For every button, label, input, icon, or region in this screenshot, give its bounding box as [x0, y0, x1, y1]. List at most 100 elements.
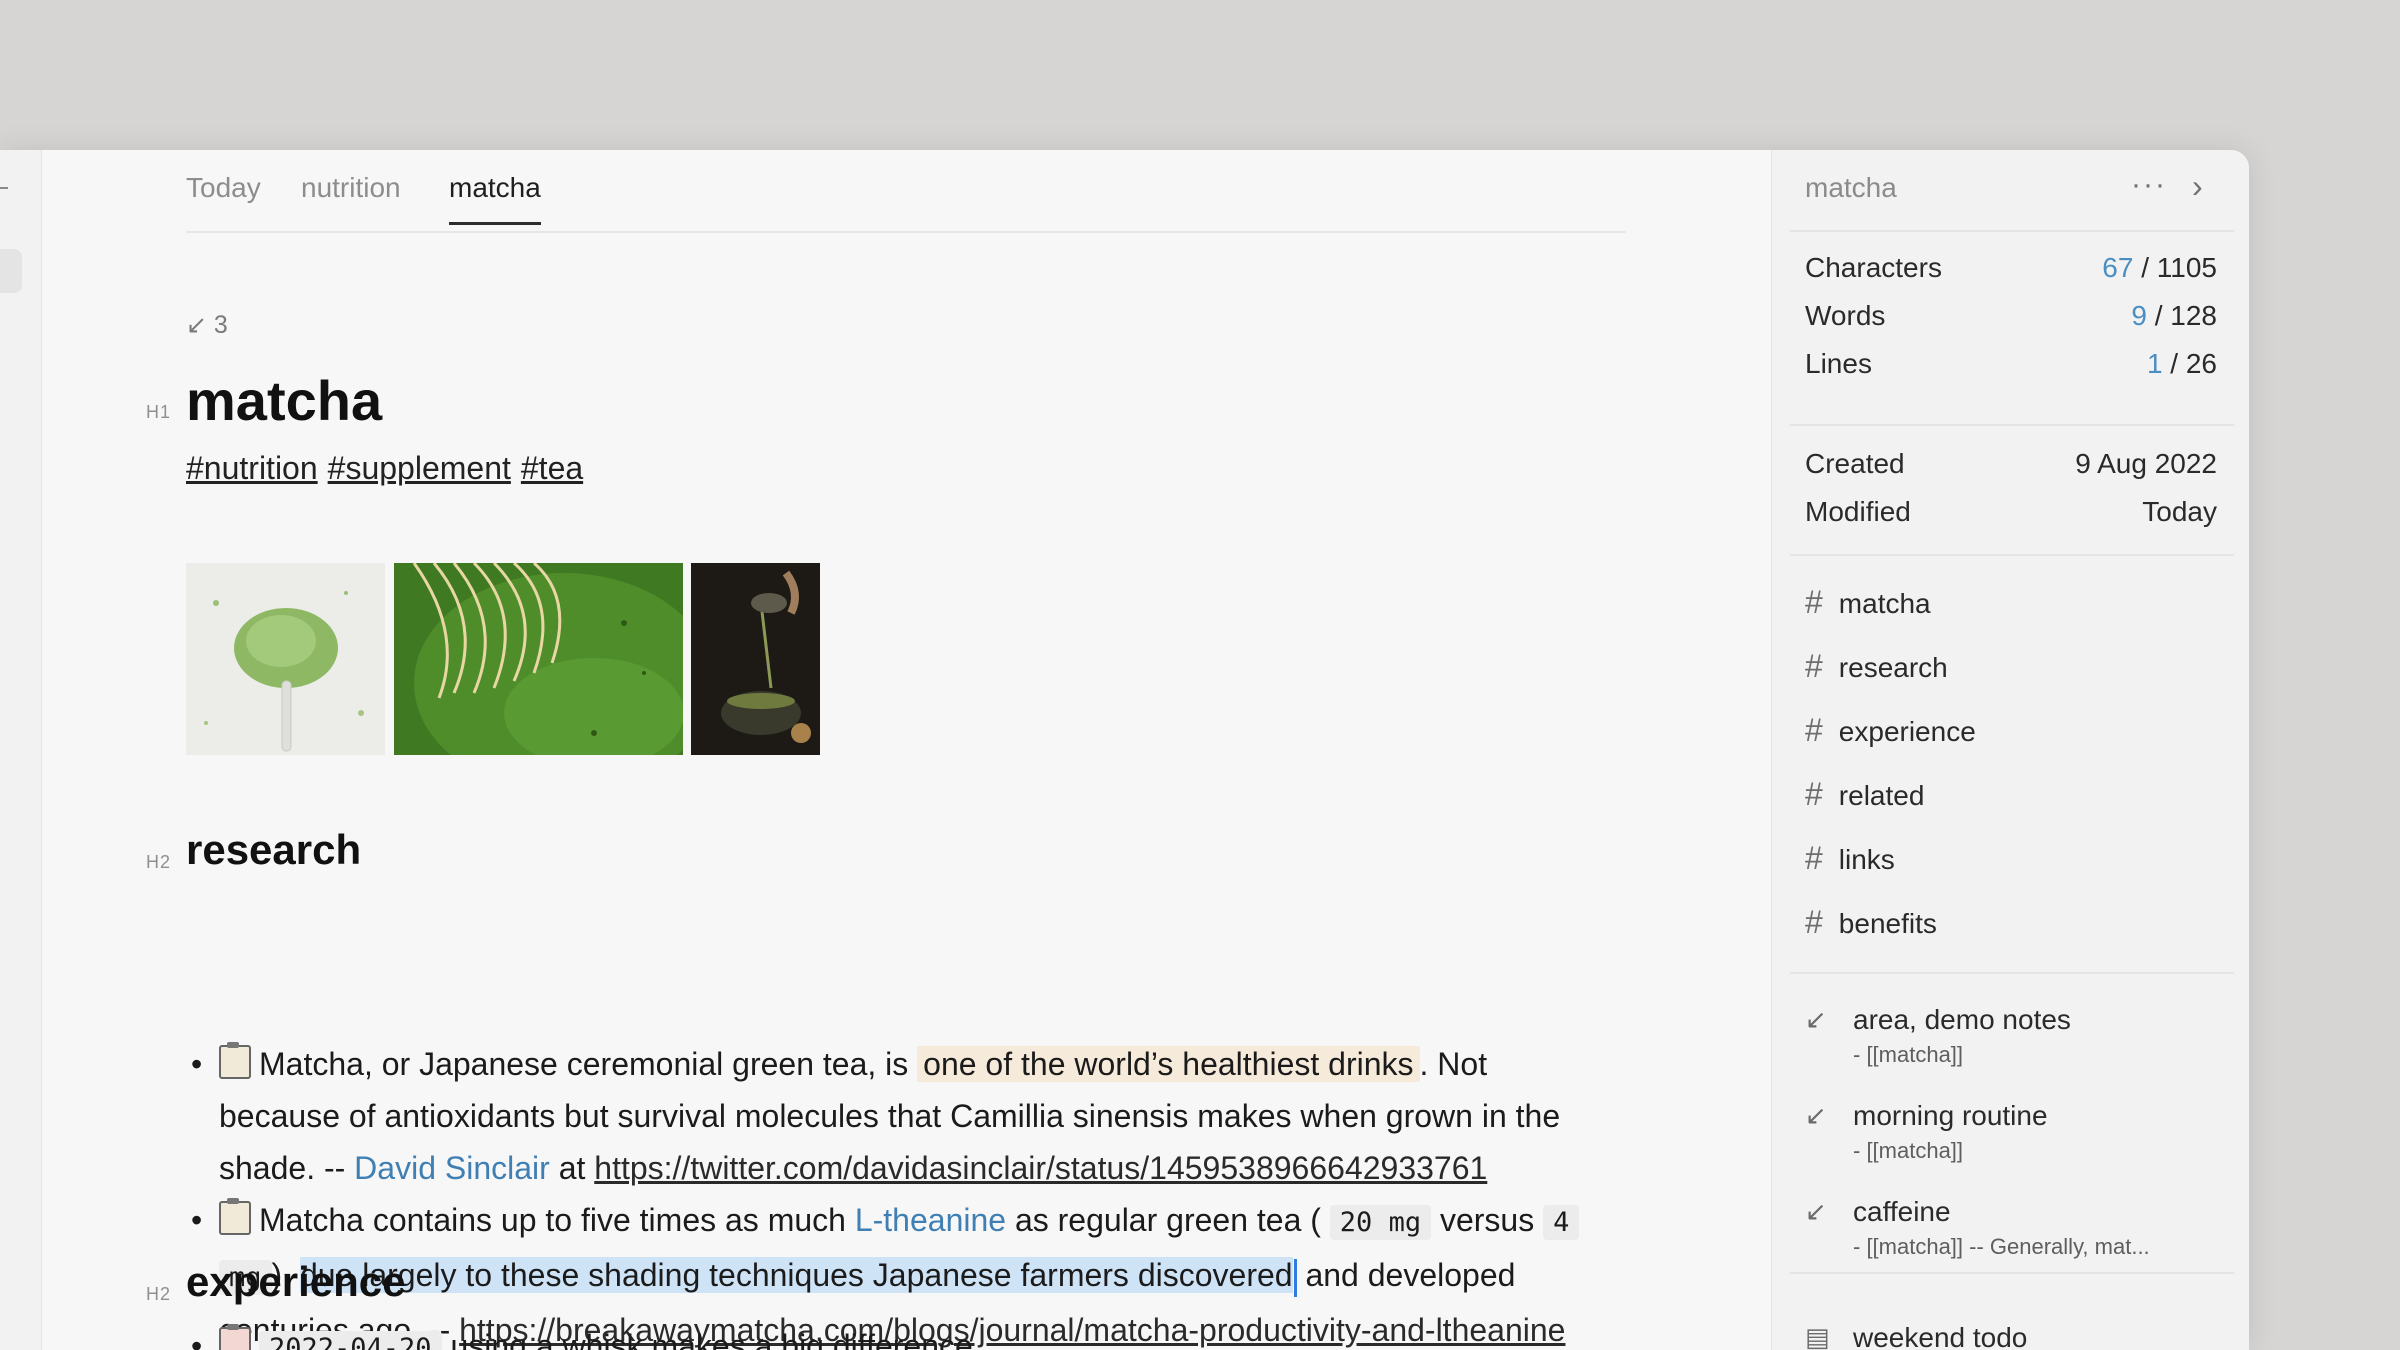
date-code: 2022-04-20 — [259, 1331, 442, 1350]
tab-today[interactable]: Today — [186, 172, 261, 222]
stat-selected: 67 — [2102, 252, 2134, 283]
stat-label: Characters — [1805, 252, 1942, 283]
outline-item-matcha[interactable]: # matcha — [1805, 584, 1931, 621]
text: versus — [1431, 1202, 1544, 1238]
active-item-indicator[interactable] — [0, 249, 22, 293]
clipboard-icon — [219, 1198, 251, 1235]
backlink-count[interactable]: ↙ 3 — [186, 310, 228, 340]
hash-icon: # — [1805, 712, 1823, 748]
backlink-title: area, demo notes — [1853, 1004, 2071, 1035]
text: . Not — [1419, 1046, 1488, 1082]
stat-value: 1 / 26 — [2147, 348, 2217, 380]
collapse-indicator[interactable] — [0, 187, 8, 189]
outline-item-benefits[interactable]: # benefits — [1805, 904, 1937, 941]
divider — [1790, 424, 2234, 426]
backlink-arrow-icon: ↙ — [1805, 1100, 1827, 1130]
page-title[interactable]: matcha — [186, 368, 382, 433]
stat-selected: 9 — [2131, 300, 2147, 331]
selected-text: due largely to these shading techniques … — [299, 1257, 1293, 1293]
backlink-context: - [[matcha]] — [1853, 1138, 1964, 1163]
heading-experience[interactable]: experience — [186, 1258, 405, 1306]
tab-bar: Today nutrition matcha — [186, 150, 1626, 233]
outline-item-research[interactable]: # research — [1805, 648, 1948, 685]
sidebar-title: matcha — [1805, 172, 1897, 203]
inline-code: 20 mg — [1329, 1205, 1432, 1240]
text: Matcha, or Japanese ceremonial green tea… — [259, 1046, 918, 1082]
outline-item-related[interactable]: # related — [1805, 776, 1924, 813]
meta-label: Modified — [1805, 496, 1911, 527]
heading-level-label: H2 — [146, 852, 172, 872]
meta-value: Today — [2142, 496, 2217, 527]
chevron-right-icon[interactable]: › — [2192, 168, 2203, 205]
tag-nutrition[interactable]: #nutrition — [186, 450, 318, 486]
meta-modified: Modified Today — [1805, 496, 2217, 528]
hash-icon: # — [1805, 584, 1823, 620]
backlink-arrow-icon: ↙ — [1805, 1004, 1827, 1034]
more-options-icon[interactable]: ··· — [2131, 168, 2167, 202]
outline-label: experience — [1838, 716, 1976, 747]
divider — [1790, 230, 2234, 232]
note-icon: ▤ — [1805, 1322, 1830, 1350]
outline-label: research — [1838, 652, 1948, 683]
meta-value: 9 Aug 2022 — [2075, 448, 2217, 479]
matcha-powder-spoon-image[interactable] — [186, 563, 385, 755]
backlink-title: morning routine — [1853, 1100, 2048, 1131]
person-link[interactable]: David Sinclair — [354, 1150, 550, 1186]
text: shade. -- — [219, 1150, 355, 1186]
bullet: • — [191, 1328, 203, 1350]
stat-characters: Characters 67 / 1105 — [1805, 252, 2217, 284]
app-window: Today nutrition matcha ↙ 3 H1 matcha #nu… — [0, 150, 2249, 1350]
text: and developed — [1296, 1257, 1516, 1293]
text: as regular green tea ( — [1006, 1202, 1321, 1238]
outline-label: links — [1838, 844, 1895, 875]
divider — [1790, 1272, 2234, 1274]
matcha-whisk-image[interactable] — [394, 563, 683, 755]
clipboard-icon — [219, 1042, 251, 1079]
meta-label: Created — [1805, 448, 1905, 479]
stat-total: / 128 — [2146, 300, 2217, 331]
bullet: • — [191, 1046, 203, 1082]
editor-pane: Today nutrition matcha ↙ 3 H1 matcha #nu… — [42, 150, 1770, 1350]
hash-icon: # — [1805, 648, 1823, 684]
tab-nutrition[interactable]: nutrition — [301, 172, 401, 222]
tab-matcha[interactable]: matcha — [449, 172, 541, 225]
calendar-icon — [219, 1324, 251, 1350]
stat-label: Lines — [1805, 348, 1872, 379]
bullet: • — [191, 1202, 203, 1238]
stat-value: 67 / 1105 — [2102, 252, 2217, 284]
outline-item-links[interactable]: # links — [1805, 840, 1895, 877]
meta-created: Created 9 Aug 2022 — [1805, 448, 2217, 480]
stat-label: Words — [1805, 300, 1886, 331]
stat-words: Words 9 / 128 — [1805, 300, 2217, 332]
text: at — [549, 1150, 595, 1186]
stat-total: / 1105 — [2133, 252, 2217, 283]
text: because of antioxidants but survival mol… — [219, 1098, 1561, 1134]
backlink-context: - [[matcha]] — [1853, 1042, 1964, 1067]
tag-list: #nutrition #supplement #tea — [186, 450, 593, 487]
twitter-url-link[interactable]: https://twitter.com/davidasinclair/statu… — [594, 1150, 1487, 1186]
matcha-pouring-image[interactable] — [691, 563, 820, 755]
list-item-experience-1[interactable]: • 2022-04-20 using a whisk makes a big d… — [191, 1320, 1659, 1350]
list-item-research-1[interactable]: • Matcha, or Japanese ceremonial green t… — [191, 1038, 1659, 1194]
tag-supplement[interactable]: #supplement — [328, 450, 511, 486]
left-sidebar-collapsed[interactable] — [0, 150, 42, 1350]
inline-code: 4 — [1543, 1205, 1580, 1240]
stat-total: / 26 — [2162, 348, 2217, 379]
outline-label: related — [1838, 780, 1925, 811]
outline-item-experience[interactable]: # experience — [1805, 712, 1976, 749]
stat-selected: 1 — [2146, 348, 2163, 379]
highlighted-text: one of the world’s healthiest drinks — [917, 1046, 1420, 1082]
heading-level-label: H2 — [146, 1284, 172, 1304]
backlink-context: - [[matcha]] -- Generally, mat... — [1853, 1234, 2150, 1259]
l-theanine-link[interactable]: L-theanine — [855, 1202, 1006, 1238]
note-title: weekend todo — [1853, 1322, 2028, 1350]
text: Matcha contains up to five times as much — [259, 1202, 855, 1238]
hash-icon: # — [1805, 904, 1823, 940]
tag-tea[interactable]: #tea — [521, 450, 583, 486]
heading-research[interactable]: research — [186, 826, 361, 874]
text: using a whisk makes a big difference — [441, 1328, 973, 1350]
outline-label: matcha — [1838, 588, 1931, 619]
outline-label: benefits — [1838, 908, 1937, 939]
hash-icon: # — [1805, 840, 1823, 876]
divider — [1790, 554, 2234, 556]
